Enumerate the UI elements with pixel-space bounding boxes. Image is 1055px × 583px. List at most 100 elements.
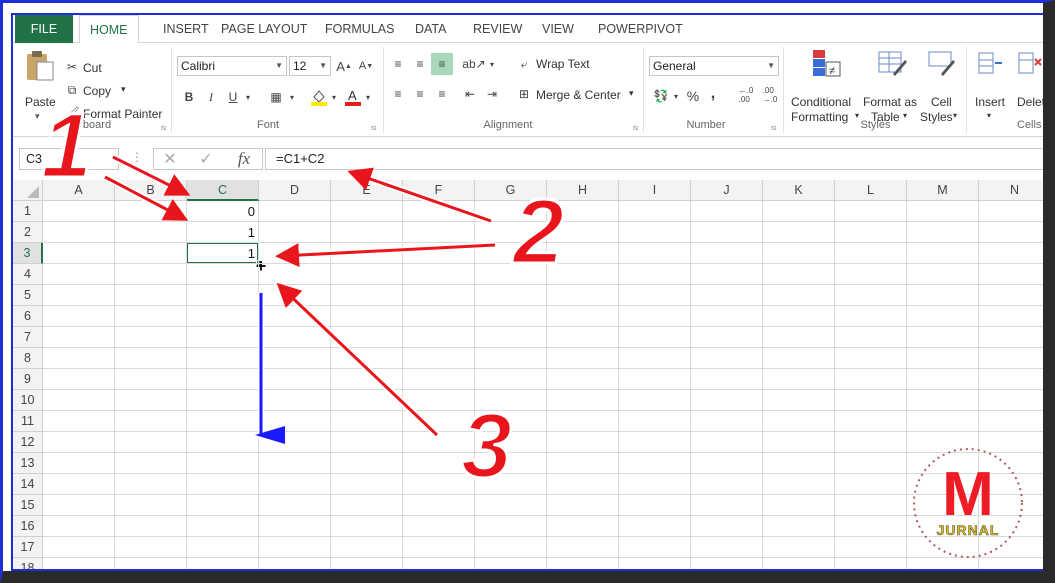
column-header-d[interactable]: D <box>259 180 331 201</box>
select-all-corner[interactable] <box>13 180 43 201</box>
column-header-e[interactable]: E <box>331 180 403 201</box>
delete-cells-button[interactable]: Delete <box>1017 95 1043 109</box>
row-header-12[interactable]: 12 <box>13 432 43 453</box>
column-header-n[interactable]: N <box>979 180 1043 201</box>
column-header-h[interactable]: H <box>547 180 619 201</box>
cancel-icon[interactable]: ✕ <box>160 150 180 168</box>
align-left-icon[interactable]: ≡ <box>389 85 407 103</box>
bold-button[interactable]: B <box>181 88 197 106</box>
delete-cells-icon[interactable] <box>1015 49 1043 79</box>
row-header-10[interactable]: 10 <box>13 390 43 411</box>
column-header-b[interactable]: B <box>115 180 187 201</box>
formula-input[interactable]: =C1+C2 <box>265 148 1043 170</box>
row-header-2[interactable]: 2 <box>13 222 43 243</box>
accounting-format-icon[interactable]: 💱 <box>651 87 671 105</box>
row-header-9[interactable]: 9 <box>13 369 43 390</box>
column-header-g[interactable]: G <box>475 180 547 201</box>
row-header-1[interactable]: 1 <box>13 201 43 222</box>
align-top-icon[interactable]: ≡ <box>389 55 407 73</box>
borders-icon[interactable]: ▦ <box>267 88 285 106</box>
tab-home[interactable]: HOME <box>79 15 139 44</box>
merge-dropdown-icon[interactable]: ▾ <box>629 88 634 99</box>
conditional-formatting-label-1[interactable]: Conditional <box>791 95 851 109</box>
row-header-3[interactable]: 3 <box>13 243 43 264</box>
row-header-15[interactable]: 15 <box>13 495 43 516</box>
accounting-dropdown-icon[interactable]: ▾ <box>671 87 681 105</box>
format-as-table-icon[interactable] <box>875 47 909 79</box>
row-header-17[interactable]: 17 <box>13 537 43 558</box>
italic-button[interactable]: I <box>203 88 219 106</box>
merge-center-button[interactable]: Merge & Center <box>536 88 621 102</box>
row-header-8[interactable]: 8 <box>13 348 43 369</box>
scissors-icon[interactable]: ✂ <box>64 59 80 75</box>
row-header-18[interactable]: 18 <box>13 558 43 569</box>
tab-formulas[interactable]: FORMULAS <box>315 15 404 43</box>
borders-dropdown-icon[interactable]: ▾ <box>287 88 297 106</box>
tab-review[interactable]: REVIEW <box>463 15 532 43</box>
decrease-indent-icon[interactable]: ⇤ <box>461 85 479 103</box>
paste-dropdown-icon[interactable]: ▾ <box>35 111 40 122</box>
copy-icon[interactable]: ⧉ <box>64 82 80 98</box>
increase-font-icon[interactable]: A ▲ <box>335 57 353 75</box>
number-format-dropdown[interactable]: General ▼ <box>649 56 779 76</box>
tab-insert[interactable]: INSERT <box>153 15 219 43</box>
cell-styles-label-1[interactable]: Cell <box>931 95 952 109</box>
tab-powerpivot[interactable]: POWERPIVOT <box>588 15 693 43</box>
row-header-6[interactable]: 6 <box>13 306 43 327</box>
align-bottom-icon[interactable]: ≡ <box>431 53 453 75</box>
row-header-13[interactable]: 13 <box>13 453 43 474</box>
column-header-a[interactable]: A <box>43 180 115 201</box>
insert-cells-button[interactable]: Insert <box>975 95 1005 109</box>
cell-c2[interactable]: 1 <box>187 222 259 243</box>
tab-page-layout[interactable]: PAGE LAYOUT <box>211 15 317 43</box>
cut-button[interactable]: Cut <box>83 61 102 75</box>
percent-button[interactable]: % <box>685 87 701 105</box>
increase-decimal-icon[interactable]: ←.0.00 <box>735 86 757 104</box>
row-header-7[interactable]: 7 <box>13 327 43 348</box>
orientation-icon[interactable]: ab↗ <box>462 55 485 73</box>
font-launcher-icon[interactable]: ⧅ <box>371 123 376 133</box>
conditional-formatting-icon[interactable]: ≠ <box>809 47 843 79</box>
row-header-14[interactable]: 14 <box>13 474 43 495</box>
font-color-dropdown-icon[interactable]: ▾ <box>363 88 373 106</box>
insert-dropdown-icon[interactable]: ▾ <box>987 111 991 120</box>
number-launcher-icon[interactable]: ⧅ <box>771 123 776 133</box>
row-header-16[interactable]: 16 <box>13 516 43 537</box>
active-cell-outline[interactable] <box>186 242 259 264</box>
copy-button[interactable]: Copy <box>83 84 111 98</box>
conditional-formatting-label-2[interactable]: Formatting <box>791 110 848 124</box>
format-as-table-label-1[interactable]: Format as <box>863 95 917 109</box>
clipboard-launcher-icon[interactable]: ⧅ <box>161 123 166 133</box>
insert-function-icon[interactable]: fx <box>232 149 256 169</box>
paste-button[interactable]: Paste <box>25 95 56 109</box>
font-name-dropdown[interactable]: Calibri ▼ <box>177 56 287 76</box>
column-header-f[interactable]: F <box>403 180 475 201</box>
column-header-c[interactable]: C <box>187 180 259 201</box>
fill-color-dropdown-icon[interactable]: ▾ <box>329 88 339 106</box>
copy-dropdown-icon[interactable]: ▾ <box>121 84 126 95</box>
fill-color-icon[interactable] <box>309 87 329 107</box>
column-header-k[interactable]: K <box>763 180 835 201</box>
enter-icon[interactable]: ✓ <box>196 150 216 168</box>
align-right-icon[interactable]: ≡ <box>433 85 451 103</box>
comma-button[interactable]: , <box>707 85 719 103</box>
row-header-11[interactable]: 11 <box>13 411 43 432</box>
column-header-j[interactable]: J <box>691 180 763 201</box>
underline-dropdown-icon[interactable]: ▾ <box>243 88 253 106</box>
column-header-l[interactable]: L <box>835 180 907 201</box>
column-header-i[interactable]: I <box>619 180 691 201</box>
wrap-text-icon[interactable]: ⤶ <box>515 55 533 73</box>
align-middle-icon[interactable]: ≡ <box>411 55 429 73</box>
merge-center-icon[interactable]: ⊞ <box>515 85 533 103</box>
increase-indent-icon[interactable]: ⇥ <box>483 85 501 103</box>
cell-styles-icon[interactable] <box>925 47 959 79</box>
tab-view[interactable]: VIEW <box>532 15 584 43</box>
cell-c1[interactable]: 0 <box>187 201 259 222</box>
font-color-icon[interactable]: A <box>343 87 363 107</box>
decrease-font-icon[interactable]: A ▼ <box>357 57 375 75</box>
tab-data[interactable]: DATA <box>405 15 456 43</box>
orientation-dropdown-icon[interactable]: ▾ <box>487 55 497 73</box>
row-header-4[interactable]: 4 <box>13 264 43 285</box>
cell-styles-dropdown-icon[interactable]: ▾ <box>953 111 957 120</box>
underline-button[interactable]: U <box>225 88 241 106</box>
